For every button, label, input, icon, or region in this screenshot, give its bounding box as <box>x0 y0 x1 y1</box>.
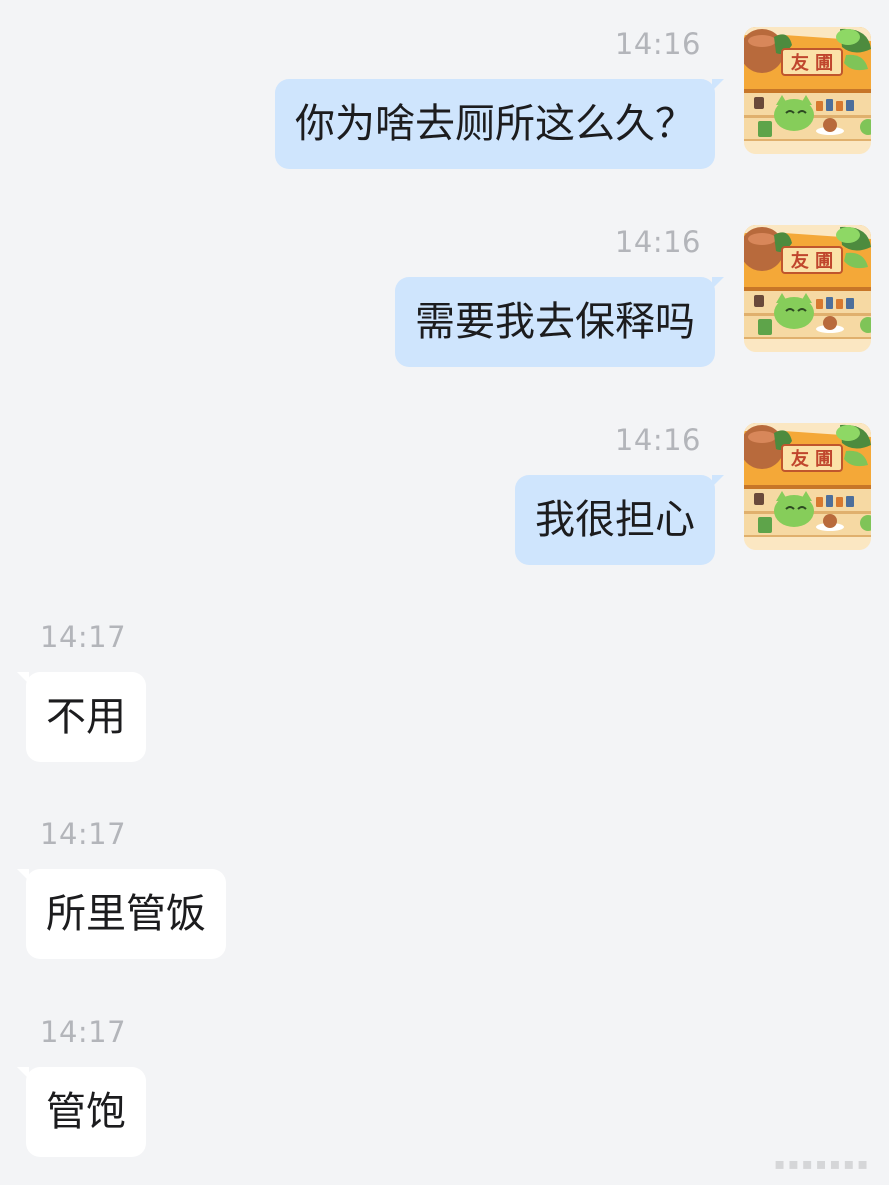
message-timestamp: 14:17 <box>40 620 127 654</box>
message-bubble-incoming[interactable]: 所里管饭 <box>17 869 226 959</box>
user-avatar-icon[interactable]: 友 圃 <box>744 27 871 154</box>
message-timestamp: 14:16 <box>614 27 701 61</box>
message-timestamp: 14:17 <box>40 1015 127 1049</box>
message-bubble-incoming[interactable]: 不用 <box>17 672 146 762</box>
message-timestamp: 14:17 <box>40 817 127 851</box>
svg-text:友 圃: 友 圃 <box>791 52 833 74</box>
svg-text:友 圃: 友 圃 <box>791 250 833 272</box>
message-timestamp: 14:16 <box>614 225 701 259</box>
message-timestamp: 14:16 <box>614 423 701 457</box>
user-avatar-icon[interactable]: 友 圃 <box>744 225 871 352</box>
message-bubble-incoming[interactable]: 管饱 <box>17 1067 146 1157</box>
chat-message-list[interactable]: 14:16 你为啥去厕所这么久？ 友 圃 14:16 需要我去保释吗 友 圃 1… <box>0 0 889 1185</box>
svg-text:友 圃: 友 圃 <box>791 448 833 470</box>
message-bubble-outgoing[interactable]: 需要我去保释吗 <box>395 277 724 367</box>
message-bubble-outgoing[interactable]: 你为啥去厕所这么久？ <box>275 79 724 169</box>
user-avatar-icon[interactable]: 友 圃 <box>744 423 871 550</box>
message-bubble-outgoing[interactable]: 我很担心 <box>515 475 724 565</box>
watermark: ▪▪▪▪▪▪▪ <box>774 1154 871 1173</box>
